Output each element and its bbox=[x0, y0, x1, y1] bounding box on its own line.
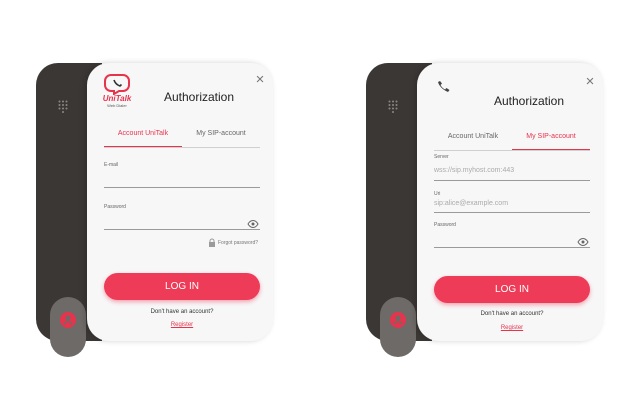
brand-name: UniTalk bbox=[102, 94, 132, 103]
tab-account-unitalk[interactable]: Account UniTalk bbox=[104, 127, 182, 147]
server-field[interactable]: wss://sip.myhost.com:443 bbox=[434, 167, 514, 174]
register-link[interactable]: Register bbox=[104, 322, 260, 328]
user-avatar-icon[interactable] bbox=[59, 311, 77, 329]
phone-bubble-icon bbox=[104, 74, 130, 96]
uri-field[interactable]: sip:alice@example.com bbox=[434, 200, 508, 207]
authorization-card: UniTalk Web Dialer Authorization × Accou… bbox=[87, 63, 273, 341]
panel-title: Authorization bbox=[163, 90, 235, 104]
panel-title: Authorization bbox=[493, 94, 565, 108]
no-account-text: Don't have an account? bbox=[150, 309, 214, 315]
server-underline bbox=[434, 180, 590, 181]
register-link[interactable]: Register bbox=[434, 325, 590, 331]
close-icon[interactable]: × bbox=[254, 72, 266, 87]
unitalk-logo: UniTalk Web Dialer bbox=[101, 73, 133, 108]
dialpad-icon[interactable] bbox=[58, 100, 68, 113]
email-field[interactable] bbox=[104, 187, 260, 188]
server-label: Server bbox=[434, 154, 449, 160]
no-account-text: Don't have an account? bbox=[480, 311, 544, 317]
password-label: Password bbox=[434, 222, 456, 228]
phone-icon bbox=[438, 81, 450, 92]
forgot-password-link[interactable]: Forgot password? bbox=[218, 240, 258, 246]
user-avatar-icon[interactable] bbox=[389, 311, 407, 329]
profile-pill[interactable] bbox=[50, 297, 86, 357]
profile-pill[interactable] bbox=[380, 297, 416, 357]
auth-panel-sip: Authorization × Account UniTalk My SIP-a… bbox=[366, 63, 603, 357]
brand-sub: Web Dialer bbox=[107, 103, 127, 108]
login-button[interactable]: LOG IN bbox=[434, 276, 590, 303]
auth-panel-unitalk: UniTalk Web Dialer Authorization × Accou… bbox=[36, 63, 273, 357]
email-label: E-mail bbox=[104, 162, 119, 168]
password-field[interactable] bbox=[104, 229, 260, 230]
eye-icon[interactable] bbox=[247, 220, 259, 228]
dialpad-icon[interactable] bbox=[388, 100, 398, 113]
tab-sip-account[interactable]: My SIP-account bbox=[182, 127, 260, 146]
account-tabs: Account UniTalk My SIP-account bbox=[434, 130, 590, 151]
tab-account-unitalk[interactable]: Account UniTalk bbox=[434, 130, 512, 149]
lock-icon bbox=[209, 238, 215, 247]
password-label: Password bbox=[104, 204, 126, 210]
password-field[interactable] bbox=[434, 247, 590, 248]
eye-icon[interactable] bbox=[577, 238, 589, 246]
close-icon[interactable]: × bbox=[584, 74, 596, 89]
authorization-card: Authorization × Account UniTalk My SIP-a… bbox=[417, 63, 603, 341]
uri-underline bbox=[434, 212, 590, 213]
tab-sip-account[interactable]: My SIP-account bbox=[512, 130, 590, 150]
login-button[interactable]: LOG IN bbox=[104, 273, 260, 300]
uri-label: Uri bbox=[434, 191, 441, 197]
account-tabs: Account UniTalk My SIP-account bbox=[104, 127, 260, 148]
